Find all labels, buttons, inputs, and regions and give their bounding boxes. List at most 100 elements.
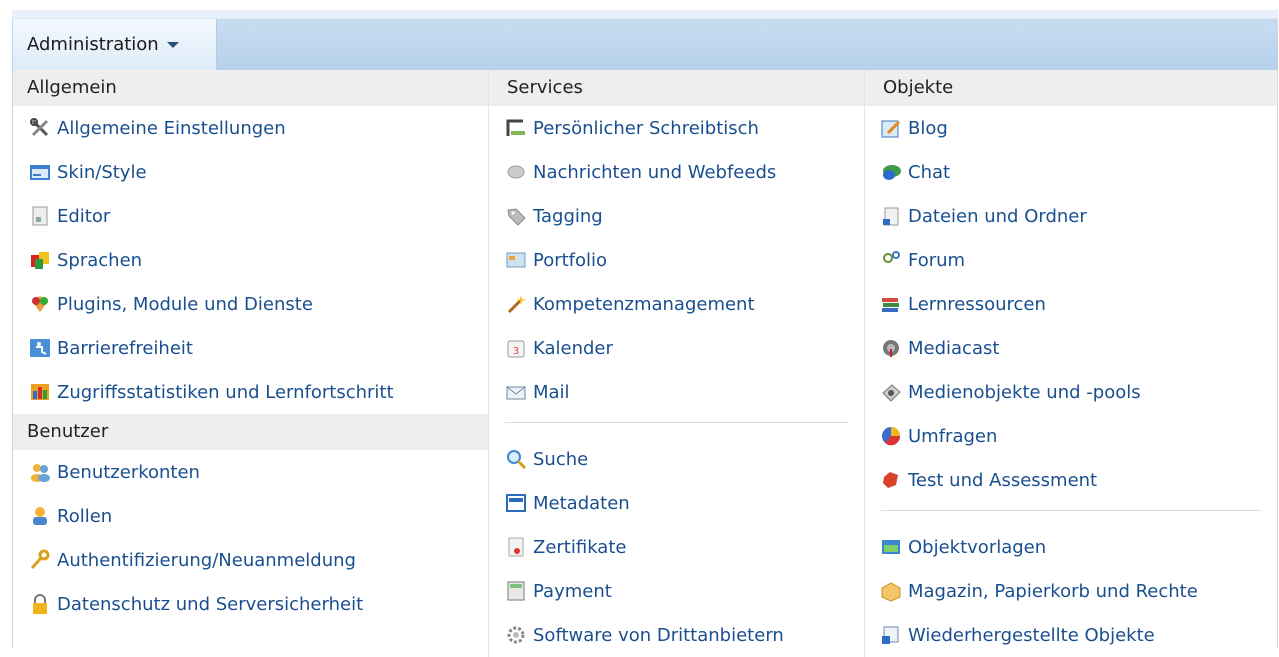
menu-item-label: Persönlicher Schreibtisch <box>533 117 759 139</box>
menu-item-lernressourcen[interactable]: Lernressourcen <box>865 282 1277 326</box>
portfolio-icon <box>505 249 527 271</box>
menu-item-label: Objektvorlagen <box>908 536 1047 558</box>
menu-item-objektvorlagen[interactable]: Objektvorlagen <box>865 525 1277 569</box>
media-icon <box>880 381 902 403</box>
menu-item-label: Kalender <box>533 337 613 359</box>
menu-item-label: Tagging <box>533 205 603 227</box>
menu-item-label: Portfolio <box>533 249 608 271</box>
menu-item-label: Editor <box>57 205 111 227</box>
menu-item-umfragen[interactable]: Umfragen <box>865 414 1277 458</box>
forum-icon <box>880 249 902 271</box>
column-objekte: Objekte Blog Chat Dateien und Ordner Forum L… <box>864 70 1277 657</box>
administration-label: Administration <box>27 34 159 55</box>
news-icon <box>505 161 527 183</box>
menu-item-allgemeine-einstellungen[interactable]: Allgemeine Einstellungen <box>13 106 488 150</box>
template-icon <box>880 536 902 558</box>
menu-item-label: Magazin, Papierkorb und Rechte <box>908 580 1198 602</box>
menu-item-suche[interactable]: Suche <box>489 437 865 481</box>
section-header-services: Services <box>489 70 865 106</box>
menu-item-mediacast[interactable]: Mediacast <box>865 326 1277 370</box>
editor-icon <box>29 205 51 227</box>
menu-item-payment[interactable]: Payment <box>489 569 865 613</box>
restore-icon <box>880 624 902 646</box>
menu-item-skin-style[interactable]: Skin/Style <box>13 150 488 194</box>
menu-item-label: Medienobjekte und -pools <box>908 381 1141 403</box>
menu-item-medienobjekte-und-pools[interactable]: Medienobjekte und -pools <box>865 370 1277 414</box>
menu-item-label: Skin/Style <box>57 161 147 183</box>
section-header-objekte: Objekte <box>865 70 1277 106</box>
calculator-icon <box>505 580 527 602</box>
menu-item-label: Umfragen <box>908 425 998 447</box>
menu-item-persönlicher-schreibtisch[interactable]: Persönlicher Schreibtisch <box>489 106 865 150</box>
menu-item-metadaten[interactable]: Metadaten <box>489 481 865 525</box>
menu-item-label: Blog <box>908 117 948 139</box>
menu-item-label: Rollen <box>57 505 113 527</box>
calendar-icon: 3 <box>505 337 527 359</box>
desk-icon <box>505 117 527 139</box>
svg-text:3: 3 <box>513 346 519 357</box>
menu-item-wiederhergestellte-objekte[interactable]: Wiederhergestellte Objekte <box>865 613 1277 657</box>
accessibility-icon <box>29 337 51 359</box>
menu-item-benutzerkonten[interactable]: Benutzerkonten <box>13 450 488 494</box>
menu-item-label: Payment <box>533 580 612 602</box>
menu-item-label: Dateien und Ordner <box>908 205 1087 227</box>
menu-item-magazin-papierkorb-und-rechte[interactable]: Magazin, Papierkorb und Rechte <box>865 569 1277 613</box>
menu-item-tagging[interactable]: Tagging <box>489 194 865 238</box>
menu-item-label: Authentifizierung/Neuanmeldung <box>57 549 356 571</box>
menu-item-label: Test und Assessment <box>908 469 1098 491</box>
mail-icon <box>505 381 527 403</box>
menu-item-zertifikate[interactable]: Zertifikate <box>489 525 865 569</box>
test-icon <box>880 469 902 491</box>
menu-item-label: Zugriffsstatistiken und Lernfortschritt <box>57 381 394 403</box>
section-header-benutzer: Benutzer <box>13 414 488 450</box>
menu-item-kalender[interactable]: 3 Kalender <box>489 326 865 370</box>
metadata-icon <box>505 492 527 514</box>
window-icon <box>29 161 51 183</box>
menu-item-datenschutz-und-serversicherheit[interactable]: Datenschutz und Serversicherheit <box>13 582 488 626</box>
mediacast-icon <box>880 337 902 359</box>
menu-item-rollen[interactable]: Rollen <box>13 494 488 538</box>
tools-icon <box>29 117 51 139</box>
menu-item-portfolio[interactable]: Portfolio <box>489 238 865 282</box>
divider <box>881 510 1261 511</box>
gear-icon <box>505 624 527 646</box>
menu-item-test-und-assessment[interactable]: Test und Assessment <box>865 458 1277 502</box>
menu-item-label: Software von Drittanbietern <box>533 624 784 646</box>
statistics-icon <box>29 381 51 403</box>
search-icon <box>505 448 527 470</box>
menu-item-label: Datenschutz und Serversicherheit <box>57 593 364 615</box>
blog-icon <box>880 117 902 139</box>
menu-item-dateien-und-ordner[interactable]: Dateien und Ordner <box>865 194 1277 238</box>
menu-item-chat[interactable]: Chat <box>865 150 1277 194</box>
column-services: Services Persönlicher Schreibtisch Nachri… <box>488 70 865 657</box>
menu-item-authentifizierung-neuanmeldung[interactable]: Authentifizierung/Neuanmeldung <box>13 538 488 582</box>
menu-item-label: Mediacast <box>908 337 1000 359</box>
menu-item-label: Metadaten <box>533 492 630 514</box>
menu-item-label: Barrierefreiheit <box>57 337 193 359</box>
menu-item-label: Zertifikate <box>533 536 627 558</box>
menu-item-zugriffsstatistiken-und-lernfortschritt[interactable]: Zugriffsstatistiken und Lernfortschritt <box>13 370 488 414</box>
menu-item-sprachen[interactable]: Sprachen <box>13 238 488 282</box>
divider <box>505 422 849 423</box>
administration-menu-button[interactable]: Administration <box>13 19 217 70</box>
menu-item-kompetenzmanagement[interactable]: Kompetenzmanagement <box>489 282 865 326</box>
menu-item-blog[interactable]: Blog <box>865 106 1277 150</box>
lock-icon <box>29 593 51 615</box>
menu-item-label: Chat <box>908 161 951 183</box>
menu-item-label: Forum <box>908 249 966 271</box>
menu-item-forum[interactable]: Forum <box>865 238 1277 282</box>
chat-icon <box>880 161 902 183</box>
menu-item-software-von-drittanbietern[interactable]: Software von Drittanbietern <box>489 613 865 657</box>
box-icon <box>880 580 902 602</box>
puzzle-icon <box>29 293 51 315</box>
menu-item-nachrichten-und-webfeeds[interactable]: Nachrichten und Webfeeds <box>489 150 865 194</box>
column-allgemein: Allgemein Allgemeine Einstellungen Skin/S… <box>13 70 488 626</box>
menu-item-editor[interactable]: Editor <box>13 194 488 238</box>
menu-item-plugins-module-und-dienste[interactable]: Plugins, Module und Dienste <box>13 282 488 326</box>
file-icon <box>880 205 902 227</box>
survey-icon <box>880 425 902 447</box>
languages-icon <box>29 249 51 271</box>
menu-item-barrierefreiheit[interactable]: Barrierefreiheit <box>13 326 488 370</box>
menu-item-label: Nachrichten und Webfeeds <box>533 161 777 183</box>
menu-item-mail[interactable]: Mail <box>489 370 865 414</box>
